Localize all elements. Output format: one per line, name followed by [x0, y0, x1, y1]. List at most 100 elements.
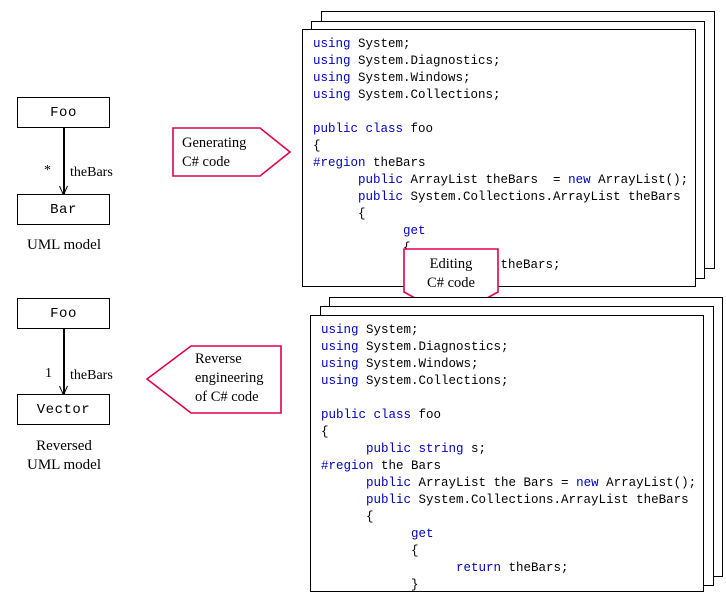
code-page-front-reversed[interactable]: using System; using System.Diagnostics; us…: [310, 315, 704, 592]
code-token: using: [313, 37, 351, 51]
code-line: public class foo: [313, 121, 695, 138]
code-content-generated: using System; using System.Diagnostics; us…: [303, 30, 695, 287]
code-line: using System.Windows;: [313, 70, 695, 87]
uml-model-caption-bottom: Reversed UML model: [26, 438, 102, 473]
code-token: new: [568, 173, 591, 187]
code-line: using System.Collections;: [321, 373, 703, 390]
callout-editing-label: Editing C# code: [427, 256, 475, 291]
code-token: System.Collections.ArrayList theBars: [403, 190, 681, 204]
code-token: {: [321, 510, 374, 524]
code-line: public class foo: [321, 407, 703, 424]
code-token: using: [321, 374, 359, 388]
code-token: }: [313, 275, 411, 287]
code-token: System;: [358, 323, 419, 337]
code-token: using: [313, 71, 351, 85]
code-token: public: [366, 493, 412, 507]
code-page-front-generated[interactable]: using System; using System.Diagnostics; us…: [302, 29, 696, 287]
code-line: public System.Collections.ArrayList theB…: [313, 189, 695, 206]
code-token: System.Collections;: [358, 374, 509, 388]
code-token: System;: [350, 37, 411, 51]
code-token: ArrayList();: [598, 476, 697, 490]
association-role-label-top: theBars: [70, 165, 113, 180]
code-line: public ArrayList the Bars = new ArrayLis…: [321, 475, 703, 492]
uml-class-box-foo-bottom[interactable]: Foo: [17, 298, 110, 329]
code-line: {: [321, 543, 703, 560]
code-token: theBars: [365, 156, 426, 170]
code-token: public: [358, 173, 404, 187]
code-line: {: [313, 240, 695, 257]
code-token: using: [321, 357, 359, 371]
code-token: ArrayList();: [590, 173, 689, 187]
code-line: {: [313, 206, 695, 223]
code-token: public string: [366, 442, 464, 456]
code-token: new: [576, 476, 599, 490]
code-token: theBars;: [501, 561, 569, 575]
code-token: public class: [321, 408, 412, 422]
code-token: theBars;: [493, 258, 561, 272]
code-token: System.Diagnostics;: [358, 340, 509, 354]
code-line: }: [321, 577, 703, 592]
code-token: get: [403, 224, 426, 238]
callout-reverse-engineering-csharp-code[interactable]: Reverse engineering of C# code: [145, 345, 282, 415]
uml-class-name: Bar: [50, 201, 77, 218]
code-token: System.Diagnostics;: [350, 54, 501, 68]
code-token: foo: [403, 122, 434, 136]
code-line: return theBars;: [321, 560, 703, 577]
code-token: get: [411, 527, 434, 541]
code-token: #region: [313, 156, 366, 170]
callout-generating-csharp-code[interactable]: Generating C# code: [172, 126, 292, 178]
uml-class-name: Vector: [36, 401, 91, 418]
code-content-reversed: using System; using System.Diagnostics; us…: [311, 316, 703, 592]
code-token: ArrayList theBars =: [403, 173, 569, 187]
code-token: {: [313, 139, 321, 153]
code-line: #region the Bars: [321, 458, 703, 475]
code-line: using System;: [313, 36, 695, 53]
code-token: using: [321, 340, 359, 354]
code-token: the Bars: [373, 459, 442, 473]
uml-class-box-vector[interactable]: Vector: [17, 394, 110, 425]
code-token: }: [321, 578, 419, 592]
code-token: public: [358, 190, 404, 204]
uml-class-name: Foo: [50, 104, 77, 121]
code-line: }: [313, 274, 695, 287]
code-line: {: [321, 424, 703, 441]
code-token: {: [321, 425, 329, 439]
code-line: using System.Windows;: [321, 356, 703, 373]
code-token: using: [313, 88, 351, 102]
code-line: {: [321, 509, 703, 526]
uml-class-box-foo-top[interactable]: Foo: [17, 97, 110, 128]
code-token: {: [313, 241, 411, 255]
code-line: using System.Collections;: [313, 87, 695, 104]
uml-class-box-bar[interactable]: Bar: [17, 194, 110, 225]
code-token: return: [456, 561, 502, 575]
code-line: get: [321, 526, 703, 543]
code-token: System.Windows;: [350, 71, 471, 85]
code-token: using: [321, 323, 359, 337]
callout-reverse-label: Reverse engineering of C# code: [195, 351, 264, 405]
callout-generating-label: Generating C# code: [182, 135, 247, 170]
code-token: System.Collections;: [350, 88, 501, 102]
code-token: System.Collections.ArrayList theBars: [411, 493, 689, 507]
code-token: #region: [321, 459, 374, 473]
code-token: foo: [411, 408, 442, 422]
code-line: using System;: [321, 322, 703, 339]
code-line: public string s;: [321, 441, 703, 458]
association-line-top: [63, 128, 65, 195]
code-line: public ArrayList theBars = new ArrayList…: [313, 172, 695, 189]
code-token: System.Windows;: [358, 357, 479, 371]
code-token: using: [313, 54, 351, 68]
code-line: {: [313, 138, 695, 155]
code-line: return theBars;: [313, 257, 695, 274]
association-multiplicity-bottom: 1: [45, 366, 52, 381]
code-token: {: [313, 207, 366, 221]
code-token: s;: [463, 442, 487, 456]
